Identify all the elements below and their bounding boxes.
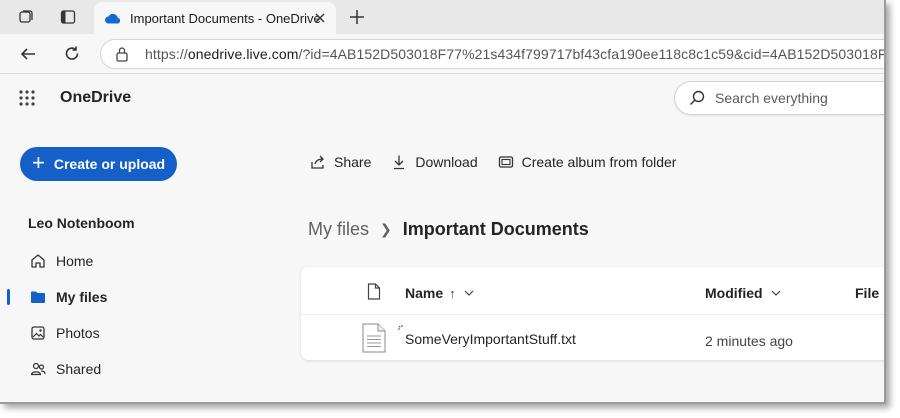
file-modified: 2 minutes ago <box>705 333 793 349</box>
selected-indicator <box>7 289 10 305</box>
vertical-tabs-icon[interactable] <box>56 6 80 28</box>
page-title: Important Documents <box>402 219 589 239</box>
text-file-icon <box>362 323 386 353</box>
file-name[interactable]: SomeVeryImportantStuff.txt <box>405 331 576 347</box>
file-type-icon[interactable] <box>367 283 381 300</box>
chevron-down-icon <box>464 290 474 296</box>
home-icon <box>31 254 45 268</box>
create-album-label: Create album from folder <box>521 154 677 170</box>
sidebar-item-photos[interactable]: Photos <box>0 315 250 351</box>
breadcrumb-my-files[interactable]: My files <box>308 219 369 240</box>
user-name: Leo Notenboom <box>28 215 135 231</box>
search-input[interactable] <box>715 90 884 106</box>
sidebar-nav: Home My files Photos Shared <box>0 243 250 387</box>
create-or-upload-button[interactable]: + Create or upload <box>20 147 177 181</box>
column-name-label: Name <box>405 285 444 301</box>
sidebar-item-label: Shared <box>56 361 102 377</box>
sidebar-item-my-files[interactable]: My files <box>0 279 250 315</box>
folder-icon <box>31 291 45 303</box>
url-host: onedrive.live.com <box>187 46 299 62</box>
close-icon[interactable] <box>312 10 328 26</box>
back-arrow-icon[interactable] <box>16 42 40 66</box>
column-modified-label: Modified <box>705 285 763 301</box>
app-launcher-icon[interactable] <box>18 89 36 107</box>
app-title[interactable]: OneDrive <box>60 89 131 107</box>
share-icon <box>311 155 324 169</box>
sidebar-item-home[interactable]: Home <box>0 243 250 279</box>
breadcrumb: My files ❯ Important Documents <box>308 219 589 240</box>
search-box[interactable] <box>674 81 884 115</box>
sidebar-item-label: Photos <box>56 325 100 341</box>
column-header-row: Name ↑ Modified File <box>301 267 884 315</box>
browser-window: Important Documents - OneDrive https://o… <box>0 0 886 404</box>
refresh-icon[interactable] <box>60 42 84 66</box>
share-label: Share <box>334 154 372 170</box>
workspaces-icon[interactable] <box>14 6 38 28</box>
plus-icon: + <box>32 150 45 175</box>
search-icon <box>689 90 705 106</box>
people-icon <box>30 362 46 376</box>
sidebar-item-shared[interactable]: Shared <box>0 351 250 387</box>
download-label: Download <box>415 154 478 170</box>
create-button-label: Create or upload <box>53 156 166 172</box>
chevron-right-icon: ❯ <box>380 221 392 237</box>
address-bar[interactable]: https://onedrive.live.com/?id=4AB152D503… <box>100 39 886 69</box>
lock-icon[interactable] <box>115 46 129 62</box>
new-tab-icon[interactable] <box>346 6 368 28</box>
file-list: Name ↑ Modified File SomeVeryImportantSt… <box>301 267 884 360</box>
sidebar-item-label: My files <box>56 289 108 305</box>
url-text: https://onedrive.live.com/?id=4AB152D503… <box>145 46 886 62</box>
download-button[interactable]: Download <box>391 154 478 170</box>
sidebar-item-label: Home <box>56 253 94 269</box>
download-icon <box>394 155 405 170</box>
column-header-file-size[interactable]: File <box>855 285 879 301</box>
active-tab[interactable]: Important Documents - OneDrive <box>94 2 336 34</box>
create-album-button[interactable]: Create album from folder <box>498 154 677 170</box>
url-prefix: https:// <box>145 46 188 62</box>
chevron-down-icon <box>771 290 780 296</box>
album-icon <box>498 156 513 168</box>
onedrive-app: OneDrive + Create or upload Share Downlo… <box>0 75 884 402</box>
onedrive-cloud-icon <box>105 13 121 24</box>
column-header-name[interactable]: Name ↑ <box>405 285 474 301</box>
sort-ascending-icon: ↑ <box>449 285 456 301</box>
url-path: /?id=4AB152D503018F77%21s434f799717bf43c… <box>298 46 886 62</box>
share-button[interactable]: Share <box>310 154 371 170</box>
address-toolbar: https://onedrive.live.com/?id=4AB152D503… <box>0 34 884 74</box>
column-header-modified[interactable]: Modified <box>705 285 781 301</box>
tab-strip: Important Documents - OneDrive <box>0 0 884 34</box>
column-file-size-label: File <box>855 285 880 301</box>
table-row[interactable]: SomeVeryImportantStuff.txt 2 minutes ago <box>301 315 884 360</box>
tab-title: Important Documents - OneDrive <box>130 10 321 26</box>
image-icon <box>31 326 45 340</box>
command-bar: Share Download Create album from folder <box>310 154 696 170</box>
